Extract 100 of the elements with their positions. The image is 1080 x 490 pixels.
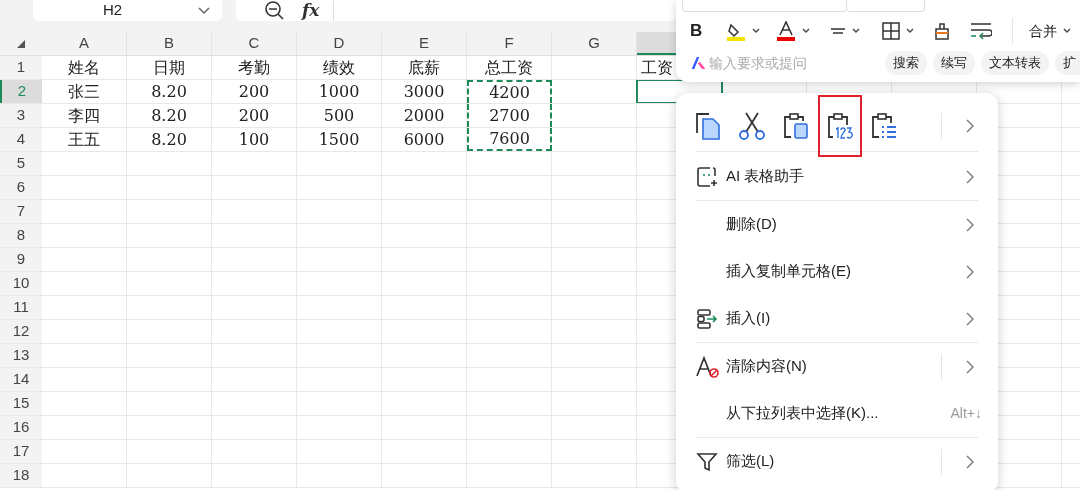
table-cell: 日期 [127, 56, 212, 79]
table-cell: 500 [297, 104, 382, 127]
menu-item-label: 从下拉列表中选择(K)... [726, 403, 879, 424]
column-header[interactable]: D [297, 32, 381, 55]
row-header[interactable]: 12 [0, 320, 42, 343]
chevron-right-icon[interactable] [966, 454, 974, 469]
table-cell: 张三 [42, 80, 127, 103]
row-header[interactable]: 10 [0, 272, 42, 295]
column-header[interactable]: C [212, 32, 296, 55]
table-cell: 7600 [467, 128, 552, 151]
row-header[interactable]: 15 [0, 392, 42, 415]
fill-color-icon[interactable] [726, 21, 746, 41]
menu-item[interactable]: 插入复制单元格(E) [696, 248, 978, 295]
table-cell: 4200 [467, 80, 552, 103]
cell-reference: H2 [103, 0, 123, 21]
row-header[interactable]: 6 [0, 176, 42, 199]
table-cell: 200 [212, 80, 297, 103]
column-header[interactable] [637, 32, 676, 55]
table-cell: 6000 [382, 128, 467, 151]
select-all-icon[interactable] [17, 39, 25, 48]
clear-content-icon [696, 355, 720, 378]
align-icon[interactable] [830, 25, 846, 37]
caret-icon [1063, 28, 1071, 34]
table-cell: 1500 [297, 128, 382, 151]
merge-button[interactable]: 合并 [1029, 20, 1057, 42]
clipboard-icon [782, 111, 810, 141]
ai-assistant-icon [696, 165, 718, 188]
paste-list-icon [870, 111, 898, 141]
table-cell: 总工资 [467, 56, 552, 79]
row-header[interactable]: 4 [0, 128, 42, 151]
row-header[interactable]: 5 [0, 152, 42, 175]
row-header[interactable]: 16 [0, 416, 42, 439]
ai-logo-icon [690, 55, 707, 71]
font-color-icon[interactable] [776, 21, 796, 41]
border-icon[interactable] [882, 22, 900, 40]
chevron-right-icon[interactable] [966, 169, 974, 184]
suggestion-chip[interactable]: 搜索 [885, 51, 927, 75]
chevron-right-icon[interactable] [966, 119, 974, 133]
table-cell: 1000 [297, 80, 382, 103]
quick-action-button[interactable] [818, 95, 862, 157]
table-cell: 8.20 [127, 104, 212, 127]
column-header[interactable]: E [382, 32, 466, 55]
caret-icon [802, 28, 810, 34]
row-header[interactable]: 14 [0, 368, 42, 391]
chevron-right-icon[interactable] [966, 264, 974, 279]
paste-values-icon [826, 111, 854, 141]
column-header[interactable]: B [127, 32, 211, 55]
menu-item-label: AI 表格助手 [726, 166, 805, 187]
table-cell: 李四 [42, 104, 127, 127]
menu-item-label: 插入(I) [726, 308, 771, 329]
row-header[interactable]: 9 [0, 248, 42, 271]
chevron-right-icon[interactable] [966, 217, 974, 232]
caret-icon [852, 28, 860, 34]
table-cell: 8.20 [127, 128, 212, 151]
chevron-right-icon[interactable] [966, 359, 974, 374]
menu-item[interactable]: 筛选(L) [696, 438, 978, 485]
chevron-right-icon[interactable] [966, 311, 974, 326]
table-cell: 绩效 [297, 56, 382, 79]
menu-item[interactable]: 插入(I) [696, 295, 978, 342]
menu-item-label: 删除(D) [726, 214, 777, 235]
suggestion-chip[interactable]: 续写 [933, 51, 975, 75]
suggestion-chip[interactable]: 文本转表 [981, 51, 1049, 75]
row-header[interactable]: 18 [0, 464, 42, 487]
row-header[interactable]: 17 [0, 440, 42, 463]
menu-item-label: 插入复制单元格(E) [726, 261, 851, 282]
column-header[interactable]: A [42, 32, 126, 55]
suggestion-chip[interactable]: 扩 [1055, 51, 1080, 75]
menu-item-label: 清除内容(N) [726, 356, 807, 377]
row-header[interactable]: 1 [0, 56, 42, 79]
table-cell: 100 [212, 128, 297, 151]
scissors-icon [738, 111, 766, 141]
table-cell: 200 [212, 104, 297, 127]
chevron-down-icon [198, 6, 210, 15]
function-label[interactable]: fx [302, 0, 320, 24]
menu-item[interactable]: AI 表格助手 [696, 153, 978, 200]
wrap-text-icon[interactable] [970, 22, 992, 40]
table-cell: 底薪 [382, 56, 467, 79]
table-cell: 2000 [382, 104, 467, 127]
table-cell: 姓名 [42, 56, 127, 79]
column-header[interactable]: F [467, 32, 551, 55]
row-header[interactable]: 11 [0, 296, 42, 319]
menu-item[interactable]: 清除内容(N) [696, 343, 978, 390]
column-header[interactable]: G [552, 32, 636, 55]
table-cell: 考勤 [212, 56, 297, 79]
table-cell: 8.20 [127, 80, 212, 103]
caret-icon [752, 28, 760, 34]
zoom-icon[interactable] [264, 0, 286, 21]
eraser-icon[interactable] [932, 21, 952, 41]
table-cell: 王五 [42, 128, 127, 151]
menu-item[interactable]: 删除(D) [696, 201, 978, 248]
name-box[interactable]: H2 [33, 0, 222, 21]
bold-button[interactable]: B [690, 18, 712, 44]
row-header[interactable]: 8 [0, 224, 42, 247]
font-name-field[interactable] [682, 0, 847, 12]
row-header[interactable]: 13 [0, 344, 42, 367]
filter-icon [696, 450, 718, 473]
row-header[interactable]: 7 [0, 200, 42, 223]
formula-bar[interactable]: fx [236, 0, 676, 21]
menu-item-label: 筛选(L) [726, 451, 775, 472]
row-header[interactable]: 3 [0, 104, 42, 127]
